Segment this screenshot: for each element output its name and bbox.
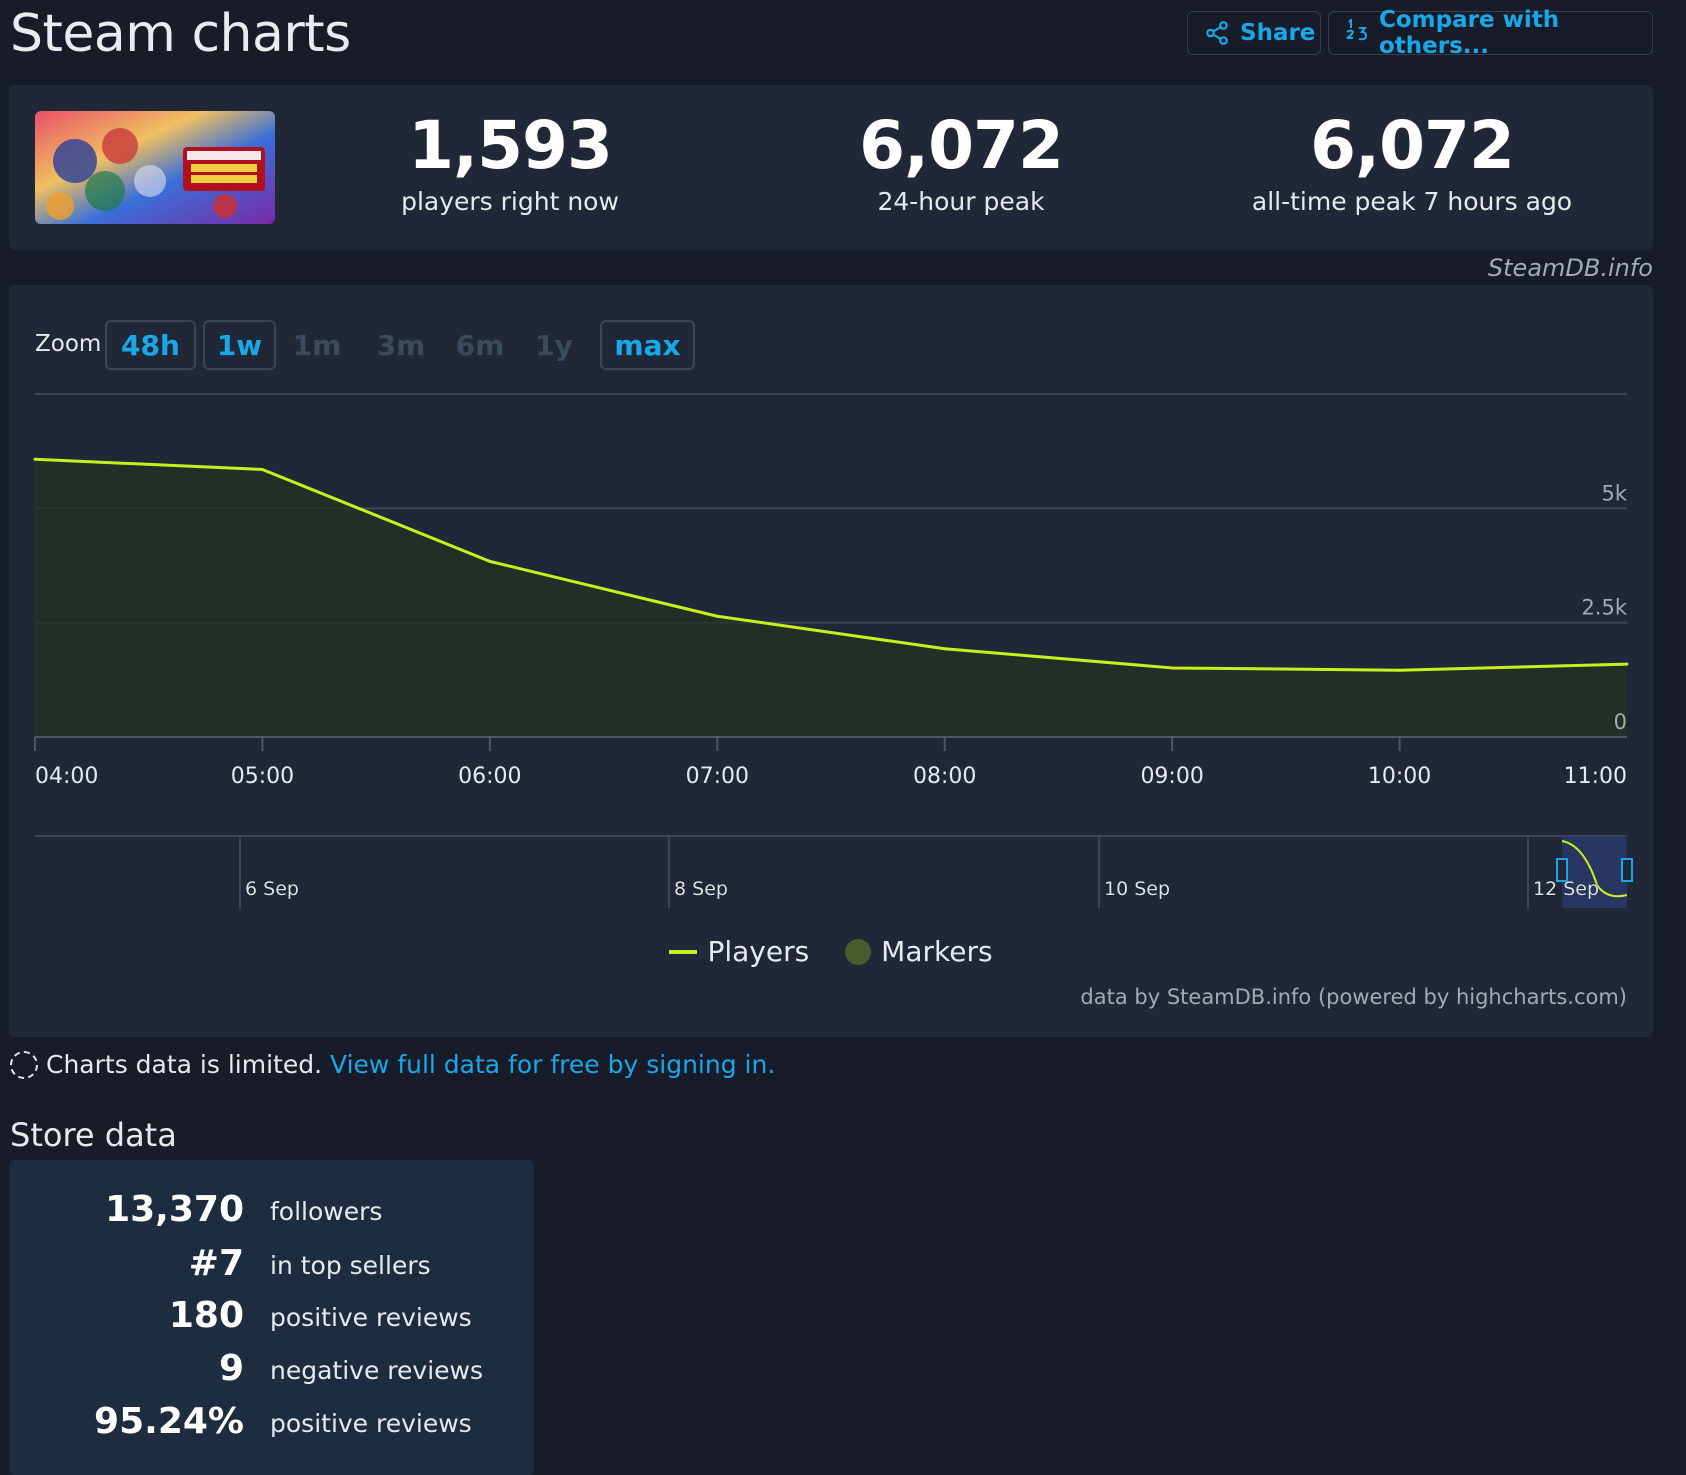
- peak-24h-value: 6,072: [859, 107, 1064, 184]
- navigator-date-label: 8 Sep: [674, 878, 728, 900]
- compare-label: Compare with others...: [1379, 7, 1560, 59]
- compare-button[interactable]: Compare with others...: [1328, 7, 1653, 59]
- x-tick-label: 09:00: [1140, 764, 1203, 789]
- store-row-negative-reviews: 9 negative reviews: [9, 1345, 534, 1393]
- store-label: followers: [270, 1197, 383, 1226]
- navigator-date-label: 12 Sep: [1533, 878, 1599, 900]
- game-cover-image[interactable]: [35, 111, 275, 224]
- summary-panel: 1,593 players right now 6,072 24-hour pe…: [9, 85, 1653, 250]
- share-label: Share: [1240, 20, 1316, 46]
- alltime-peak-stat: 6,072 all-time peak 7 hours ago: [1232, 107, 1592, 217]
- store-label: positive reviews: [270, 1303, 472, 1332]
- y-tick-label: 2.5k: [1581, 596, 1627, 620]
- legend-players-label: Players: [707, 935, 810, 968]
- store-value: 95.24%: [94, 1401, 244, 1442]
- players-chart[interactable]: 0 2.5k 5k 04:00 05:00 06:00 07:00 08:00 09:00 10…: [9, 285, 1653, 1037]
- legend-item-markers[interactable]: Markers: [845, 935, 993, 968]
- limited-data-notice: Charts data is limited. View full data f…: [10, 1050, 775, 1079]
- x-tick-label: 07:00: [686, 764, 749, 789]
- players-data-point[interactable]: [1398, 668, 1402, 672]
- legend-markers-label: Markers: [881, 935, 993, 968]
- peak-24h-stat: 6,072 24-hour peak: [781, 107, 1141, 217]
- navigator-date-label: 6 Sep: [245, 878, 299, 900]
- x-tick-label: 04:00: [35, 764, 98, 789]
- share-button[interactable]: Share: [1187, 11, 1321, 55]
- players-data-point[interactable]: [33, 457, 37, 461]
- x-tick-label: 05:00: [231, 764, 294, 789]
- current-players-label: players right now: [401, 187, 619, 216]
- store-label: negative reviews: [270, 1356, 483, 1385]
- store-row-positive-percent: 95.24% positive reviews: [9, 1398, 534, 1446]
- y-tick-label: 0: [1614, 710, 1627, 734]
- limited-notice-text: Charts data is limited.: [46, 1050, 323, 1079]
- chart-legend: Players Markers: [9, 935, 1653, 968]
- page-title: Steam charts: [10, 4, 351, 64]
- y-tick-label: 5k: [1601, 481, 1627, 505]
- store-value: 180: [168, 1295, 244, 1336]
- store-row-positive-reviews: 180 positive reviews: [9, 1292, 534, 1340]
- store-row-followers: 13,370 followers: [9, 1186, 534, 1234]
- players-area-fill: [35, 459, 1627, 737]
- players-data-point[interactable]: [260, 467, 264, 471]
- current-players-value: 1,593: [408, 107, 613, 184]
- players-data-point[interactable]: [488, 559, 492, 563]
- current-players-stat: 1,593 players right now: [330, 107, 690, 217]
- navigator-date-label: 10 Sep: [1104, 878, 1170, 900]
- legend-players-swatch: [669, 949, 698, 954]
- alltime-peak-value: 6,072: [1310, 107, 1515, 184]
- loading-circle-icon: [10, 1050, 38, 1079]
- x-tick-label: 06:00: [458, 764, 521, 789]
- x-tick-label: 08:00: [913, 764, 976, 789]
- store-label: in top sellers: [270, 1251, 431, 1280]
- store-value: 9: [218, 1348, 244, 1389]
- players-data-point[interactable]: [1625, 662, 1629, 666]
- peak-24h-label: 24-hour peak: [877, 187, 1045, 216]
- legend-item-players[interactable]: Players: [669, 935, 809, 968]
- store-row-top-sellers: #7 in top sellers: [9, 1240, 534, 1288]
- store-data-title: Store data: [10, 1116, 177, 1154]
- highcharts-credit[interactable]: data by SteamDB.info (powered by highcha…: [1080, 985, 1627, 1009]
- navigator-right-handle[interactable]: [1621, 858, 1633, 882]
- chart-panel: Zoom 48h 1w 1m 3m 6m 1y max 0 2.5k 5k 04:0…: [9, 285, 1653, 1037]
- players-data-point[interactable]: [943, 647, 947, 651]
- store-value: 13,370: [105, 1189, 244, 1230]
- x-tick-label: 10:00: [1368, 764, 1431, 789]
- x-tick-label: 11:00: [1564, 764, 1627, 789]
- compare-icon: [1346, 19, 1368, 41]
- alltime-peak-label: all-time peak 7 hours ago: [1251, 187, 1573, 216]
- legend-markers-swatch: [845, 938, 872, 965]
- steamdb-credit-link[interactable]: SteamDB.info: [1488, 254, 1653, 282]
- sign-in-link[interactable]: View full data for free by signing in.: [330, 1050, 775, 1079]
- store-label: positive reviews: [270, 1409, 472, 1438]
- store-value: #7: [188, 1243, 244, 1284]
- store-data-panel: 13,370 followers #7 in top sellers 180 p…: [9, 1160, 534, 1475]
- players-data-point[interactable]: [1170, 666, 1174, 670]
- share-icon: [1206, 21, 1228, 45]
- players-data-point[interactable]: [715, 614, 719, 618]
